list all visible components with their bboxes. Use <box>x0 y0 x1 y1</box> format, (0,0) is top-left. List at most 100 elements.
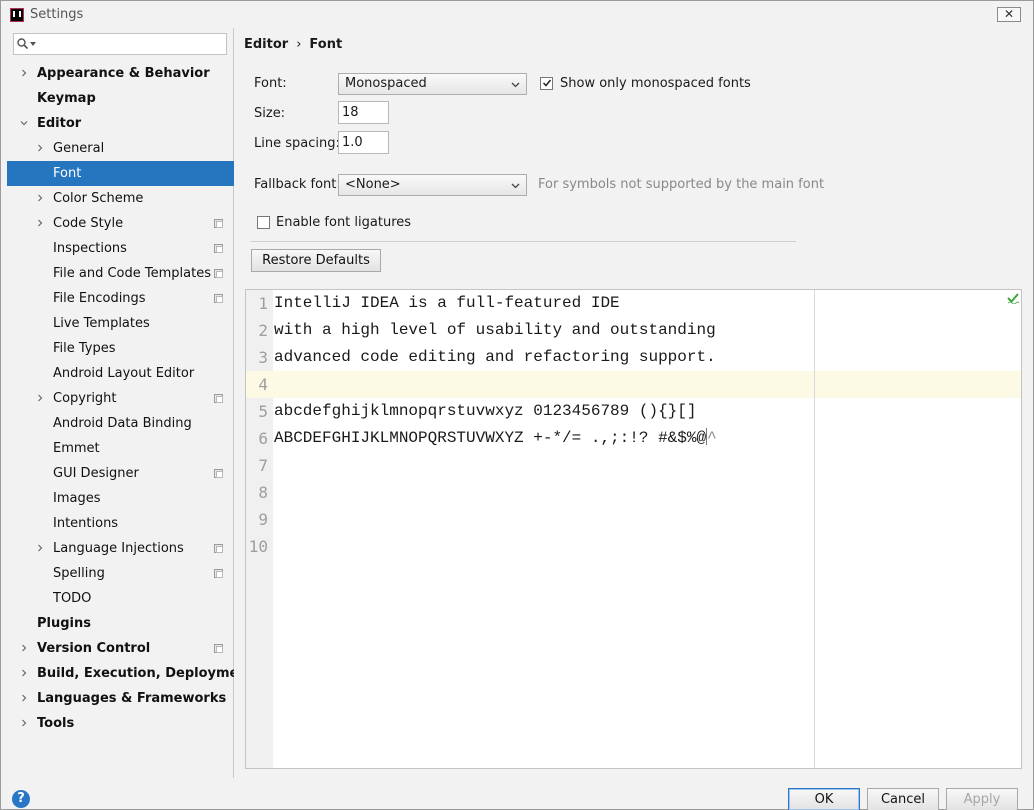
search-icon <box>17 38 29 50</box>
chevron-right-icon[interactable] <box>20 694 28 702</box>
line-number: 8 <box>258 483 268 502</box>
preview-text-tail: ^ <box>707 429 717 447</box>
chevron-right-icon[interactable] <box>20 69 28 77</box>
sidebar-item-gui-designer[interactable]: GUI Designer <box>7 461 234 486</box>
fallback-font-value: <None> <box>345 177 401 192</box>
sidebar-item-code-style[interactable]: Code Style <box>7 211 234 236</box>
sidebar-item-label: File and Code Templates <box>53 266 211 281</box>
sidebar-item-label: Color Scheme <box>53 191 144 206</box>
preview-line: 10 <box>246 533 1021 560</box>
sidebar-item-label: TODO <box>53 591 92 606</box>
sidebar-item-label: Keymap <box>37 91 96 106</box>
sidebar-item-label: Android Data Binding <box>53 416 192 431</box>
font-select[interactable]: Monospaced <box>338 73 527 95</box>
chevron-right-icon[interactable] <box>36 219 44 227</box>
sidebar-item-label: Editor <box>37 116 82 131</box>
preview-text: advanced code editing and refactoring su… <box>274 348 716 366</box>
preview-text: ABCDEFGHIJKLMNOPQRSTUVWXYZ +-*/= .,;:!? … <box>274 429 707 447</box>
fallback-font-select[interactable]: <None> <box>338 174 527 196</box>
restore-defaults-button[interactable]: Restore Defaults <box>251 249 381 272</box>
window-title: Settings <box>30 7 84 22</box>
sidebar-item-intentions[interactable]: Intentions <box>7 511 234 536</box>
sidebar-item-languages-frameworks[interactable]: Languages & Frameworks <box>7 686 234 711</box>
divider <box>250 241 796 242</box>
sidebar-item-appearance-behavior[interactable]: Appearance & Behavior <box>7 61 234 86</box>
line-number: 3 <box>258 348 268 367</box>
line-spacing-label: Line spacing: <box>254 136 340 151</box>
sidebar-item-file-encodings[interactable]: File Encodings <box>7 286 234 311</box>
sidebar-item-label: Font <box>53 166 82 181</box>
chevron-right-icon[interactable] <box>20 719 28 727</box>
sidebar-item-label: Inspections <box>53 241 127 256</box>
sidebar-item-label: File Types <box>53 341 116 356</box>
sidebar-item-label: Appearance & Behavior <box>37 66 210 81</box>
sidebar-item-todo[interactable]: TODO <box>7 586 234 611</box>
project-settings-icon <box>214 294 223 303</box>
line-number: 10 <box>248 537 268 556</box>
intellij-app-icon <box>10 8 24 22</box>
apply-button[interactable]: Apply <box>946 788 1018 810</box>
sidebar-item-tools[interactable]: Tools <box>7 711 234 736</box>
chevron-right-icon[interactable] <box>36 394 44 402</box>
preview-line: 6 ABCDEFGHIJKLMNOPQRSTUVWXYZ +-*/= .,;:!?… <box>246 425 1021 452</box>
sidebar-item-build-execution-deployment[interactable]: Build, Execution, Deployment <box>7 661 254 686</box>
line-spacing-input[interactable]: 1.0 <box>338 131 389 154</box>
sidebar-item-label: GUI Designer <box>53 466 139 481</box>
sidebar-item-label: Intentions <box>53 516 119 531</box>
sidebar-item-general[interactable]: General <box>7 136 234 161</box>
preview-line: 2 with a high level of usability and outs… <box>246 317 1021 344</box>
font-ligatures-checkbox[interactable] <box>257 216 270 229</box>
chevron-right-icon[interactable] <box>36 194 44 202</box>
preview-line: 9 <box>246 506 1021 533</box>
project-settings-icon <box>214 219 223 228</box>
sidebar-item-file-types[interactable]: File Types <box>7 336 234 361</box>
settings-tree: Appearance & Behavior Keymap Editor General… <box>7 61 254 736</box>
chevron-right-icon[interactable] <box>20 644 28 652</box>
sidebar-item-spelling[interactable]: Spelling <box>7 561 234 586</box>
sidebar-item-language-injections[interactable]: Language Injections <box>7 536 234 561</box>
preview-text: IntelliJ IDEA is a full-featured IDE <box>274 294 620 312</box>
chevron-down-icon[interactable] <box>30 42 36 46</box>
sidebar-item-inspections[interactable]: Inspections <box>7 236 234 261</box>
sidebar-item-version-control[interactable]: Version Control <box>7 636 234 661</box>
close-button[interactable]: ✕ <box>997 7 1021 22</box>
font-preview-editor[interactable]: 1 IntelliJ IDEA is a full-featured IDE 2 wi… <box>245 289 1022 769</box>
sidebar-item-keymap[interactable]: Keymap <box>7 86 234 111</box>
chevron-right-icon[interactable] <box>36 144 44 152</box>
chevron-down-icon[interactable] <box>20 119 28 127</box>
search-input[interactable] <box>13 33 227 55</box>
sidebar-item-editor[interactable]: Editor <box>7 111 234 136</box>
breadcrumb: Editor › Font <box>244 37 342 52</box>
sidebar-item-label: Version Control <box>37 641 151 656</box>
preview-code: advanced code editing and refactoring su… <box>274 344 716 371</box>
chevron-right-icon[interactable] <box>36 544 44 552</box>
help-button[interactable]: ? <box>12 790 30 808</box>
chevron-right-icon[interactable] <box>20 669 28 677</box>
sidebar-item-android-layout-editor[interactable]: Android Layout Editor <box>7 361 234 386</box>
dialog-footer: ? OK Cancel Apply <box>1 778 1033 810</box>
sidebar-item-copyright[interactable]: Copyright <box>7 386 234 411</box>
show-monospaced-checkbox[interactable] <box>540 77 553 90</box>
sidebar-item-plugins[interactable]: Plugins <box>7 611 234 636</box>
preview-line: 7 <box>246 452 1021 479</box>
font-ligatures-label: Enable font ligatures <box>276 215 412 230</box>
sidebar-item-color-scheme[interactable]: Color Scheme <box>7 186 234 211</box>
breadcrumb-editor[interactable]: Editor <box>244 37 288 52</box>
project-settings-icon <box>214 394 223 403</box>
sidebar-item-font[interactable]: Font <box>7 161 234 186</box>
sidebar-item-android-data-binding[interactable]: Android Data Binding <box>7 411 234 436</box>
sidebar-item-live-templates[interactable]: Live Templates <box>7 311 234 336</box>
preview-line: 8 <box>246 479 1021 506</box>
line-number: 1 <box>258 294 268 313</box>
line-number: 4 <box>258 375 268 394</box>
sidebar-item-emmet[interactable]: Emmet <box>7 436 234 461</box>
cancel-button[interactable]: Cancel <box>867 788 939 810</box>
ok-button[interactable]: OK <box>788 788 860 810</box>
preview-text: abcdefghijklmnopqrstuvwxyz 0123456789 ()… <box>274 402 697 420</box>
sidebar-item-file-and-code-templates[interactable]: File and Code Templates <box>7 261 234 286</box>
size-input[interactable]: 18 <box>338 101 389 124</box>
preview-text: with a high level of usability and outst… <box>274 321 716 339</box>
preview-code: abcdefghijklmnopqrstuvwxyz 0123456789 ()… <box>274 398 696 425</box>
sidebar-item-label: Language Injections <box>53 541 184 556</box>
sidebar-item-images[interactable]: Images <box>7 486 234 511</box>
